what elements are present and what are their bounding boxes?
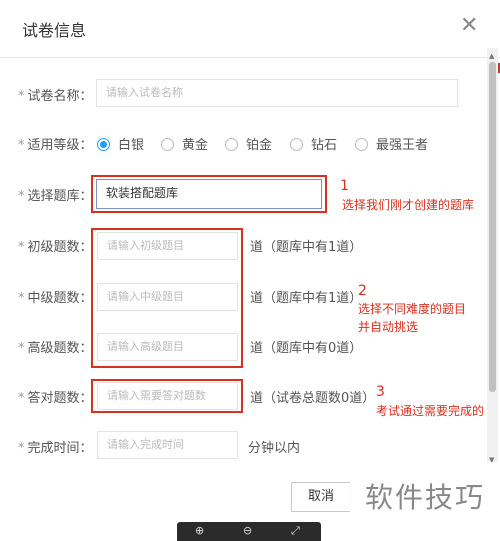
- level-radio-gold[interactable]: 黄金: [161, 134, 208, 153]
- time-suffix: 分钟以内: [248, 441, 301, 456]
- bank-label: * 选择题库：: [18, 189, 93, 204]
- radio-icon: [161, 138, 174, 151]
- radio-icon: [290, 138, 303, 151]
- watermark: 软件技巧: [350, 468, 500, 541]
- zoom-out-icon[interactable]: ⊖: [243, 524, 252, 537]
- senior-label: * 高级题数：: [18, 341, 93, 356]
- correct-label: * 答对题数：: [18, 391, 93, 406]
- cancel-button[interactable]: 取消: [291, 482, 351, 512]
- senior-suffix: 道（题库中有0道）: [250, 341, 363, 356]
- radio-icon: [355, 138, 368, 151]
- level-radio-diamond[interactable]: 钻石: [290, 134, 337, 153]
- radio-checked-icon: [97, 138, 110, 151]
- middle-suffix: 道（题库中有1道）: [250, 291, 363, 306]
- level-radio-platinum[interactable]: 铂金: [225, 134, 272, 153]
- annotation-note-3: 考试通过需要完成的: [376, 404, 485, 418]
- scroll-thumb[interactable]: [489, 62, 496, 392]
- scroll-up-icon[interactable]: ▲: [489, 52, 494, 60]
- annotation-note-1: 选择我们刚才创建的题库: [342, 198, 475, 212]
- zoom-in-icon[interactable]: ⊕: [195, 524, 204, 537]
- junior-count-input[interactable]: 请输入初级题目: [97, 232, 238, 260]
- bank-select[interactable]: 软装搭配题库: [96, 179, 322, 209]
- scrollbar[interactable]: ▲ ▼: [487, 48, 498, 468]
- junior-label: * 初级题数：: [18, 240, 93, 255]
- level-radio-silver[interactable]: 白银: [97, 134, 144, 153]
- time-input[interactable]: 请输入完成时间: [97, 431, 238, 459]
- correct-suffix: 道（试卷总题数0道）: [250, 391, 376, 406]
- fullscreen-icon[interactable]: ⤢: [291, 524, 300, 538]
- radio-icon: [225, 138, 238, 151]
- annotation-number-1: 1: [340, 178, 349, 194]
- level-label: * 适用等级：: [18, 138, 93, 153]
- annotation-note-2a: 选择不同难度的题目: [358, 302, 467, 316]
- dialog: 试卷信息 ✕ ▲ ▼ * 试卷名称： 请输入试卷名称 * 适用等级： 白银 黄金 铂…: [0, 0, 500, 541]
- dialog-title: 试卷信息: [22, 21, 87, 40]
- middle-count-input[interactable]: 请输入中级题目: [97, 283, 238, 311]
- image-toolbar: ⊕ ⊖ ⤢: [177, 522, 321, 541]
- annotation-number-3: 3: [376, 384, 385, 400]
- level-radio-king[interactable]: 最强王者: [355, 134, 428, 153]
- junior-suffix: 道（题库中有1道）: [250, 240, 363, 255]
- annotation-number-2: 2: [358, 283, 367, 299]
- dialog-header: 试卷信息 ✕: [0, 0, 500, 58]
- correct-count-input[interactable]: 请输入需要答对题数: [97, 382, 238, 410]
- senior-count-input[interactable]: 请输入高级题目: [97, 333, 238, 361]
- exam-name-input[interactable]: 请输入试卷名称: [96, 79, 458, 107]
- close-icon[interactable]: ✕: [460, 14, 478, 38]
- time-label: * 完成时间：: [18, 441, 93, 456]
- name-label: * 试卷名称：: [18, 89, 93, 104]
- annotation-note-2b: 并自动挑选: [358, 320, 419, 334]
- middle-label: * 中级题数：: [18, 291, 93, 306]
